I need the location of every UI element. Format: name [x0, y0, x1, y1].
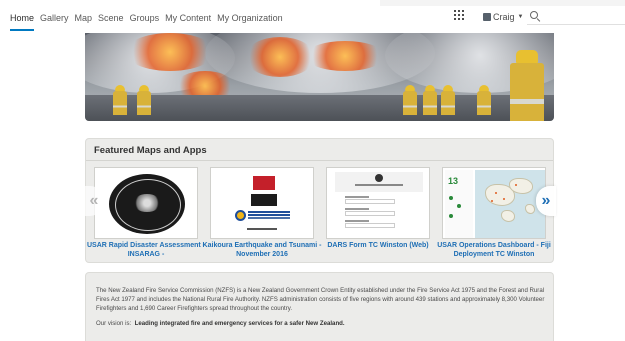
defence-force-logo-icon	[251, 194, 277, 206]
form-header	[335, 172, 423, 192]
firefighter-figure	[423, 85, 437, 115]
hero-banner-image	[85, 33, 554, 121]
featured-caption-usar[interactable]: USAR Rapid Disaster Assessment - INSARAG…	[86, 241, 206, 259]
form-title-line	[355, 184, 403, 186]
featured-title: Featured Maps and Apps	[94, 145, 207, 156]
search-icon[interactable]	[530, 11, 538, 19]
usar-logo-icon	[109, 174, 185, 234]
dashboard-count: 13	[448, 176, 459, 186]
featured-maps-panel: Featured Maps and Apps USAR Rapid Disast…	[84, 138, 556, 263]
civil-defence-logo-icon	[235, 210, 291, 222]
firefighter-figure	[441, 85, 455, 115]
firefighter-figure	[137, 85, 151, 115]
featured-card-kaikoura[interactable]	[210, 167, 314, 239]
description-text: The New Zealand Fire Service Commission …	[96, 287, 545, 312]
featured-card-usar[interactable]	[94, 167, 198, 239]
nav-links: Home Gallery Map Scene Groups My Content…	[10, 13, 289, 31]
caret-down-icon: ▼	[517, 14, 524, 20]
firefighter-figure	[113, 85, 127, 115]
user-name: Craig	[493, 12, 515, 22]
nav-gallery[interactable]: Gallery	[40, 13, 69, 23]
nav-map[interactable]: Map	[75, 13, 93, 23]
user-menu[interactable]: Craig ▼	[483, 12, 523, 22]
header-strip	[380, 0, 625, 6]
app-launcher-icon[interactable]	[454, 10, 466, 22]
nav-my-content[interactable]: My Content	[165, 13, 211, 23]
firefighter-figure	[403, 85, 417, 115]
divider	[86, 160, 553, 161]
vision-statement: Our vision is: Leading integrated fire a…	[96, 320, 345, 327]
dashboard-map	[475, 170, 545, 238]
carousel-next-icon[interactable]: »	[536, 186, 556, 216]
nav-scene[interactable]: Scene	[98, 13, 124, 23]
featured-card-dashboard[interactable]: 13	[442, 167, 546, 239]
search-box	[527, 9, 625, 25]
nav-my-organization[interactable]: My Organization	[217, 13, 283, 23]
featured-caption-dashboard[interactable]: USAR Operations Dashboard - Fiji Deploym…	[434, 241, 554, 259]
firefighter-figure	[510, 50, 544, 121]
crest-icon	[375, 174, 383, 182]
featured-caption-dars[interactable]: DARS Form TC Winston (Web)	[318, 241, 438, 250]
vision-text: Leading integrated fire and emergency se…	[134, 320, 345, 327]
organization-description: The New Zealand Fire Service Commission …	[85, 272, 554, 341]
dashboard-indicator-panel: 13	[445, 170, 473, 238]
featured-caption-kaikoura[interactable]: Kaikoura Earthquake and Tsunami - Novemb…	[202, 241, 322, 259]
featured-card-dars[interactable]	[326, 167, 430, 239]
avatar	[483, 13, 491, 21]
firefighter-figure	[477, 85, 491, 115]
vision-label: Our vision is:	[96, 320, 132, 327]
top-navigation: Home Gallery Map Scene Groups My Content…	[0, 0, 625, 33]
search-input[interactable]	[541, 9, 623, 23]
fire-service-logo-icon	[253, 176, 275, 190]
nav-groups[interactable]: Groups	[130, 13, 160, 23]
nav-home[interactable]: Home	[10, 13, 35, 31]
divider	[247, 228, 277, 230]
